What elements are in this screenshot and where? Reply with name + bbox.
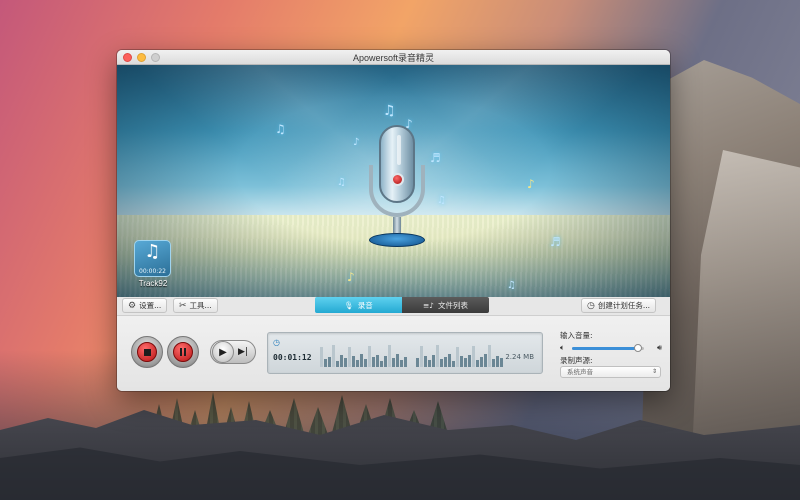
music-note-icon: ♪ bbox=[353, 137, 360, 148]
record-source-select[interactable]: 系统声音 ⇕ bbox=[560, 366, 661, 378]
tools-button[interactable]: ✂ 工具... bbox=[173, 298, 218, 313]
gear-icon: ⚙ bbox=[128, 300, 137, 311]
music-note-icon: ♪ bbox=[527, 177, 535, 191]
play-toggle[interactable]: ▶ ▶| bbox=[210, 340, 256, 364]
stop-icon bbox=[143, 348, 151, 356]
music-note-icon: ♫ bbox=[437, 195, 446, 206]
elapsed-time: 00:01:12 bbox=[273, 353, 312, 362]
track-tile[interactable]: ♫ 00:00:22 bbox=[134, 240, 171, 277]
level-meter-left bbox=[320, 343, 407, 367]
music-note-icon: ♫ bbox=[144, 241, 161, 262]
music-note-icon: ♫ bbox=[275, 122, 286, 136]
tab-record-label: 录音 bbox=[357, 300, 373, 310]
input-volume-slider[interactable]: 🔈︎ 🔊︎ bbox=[560, 343, 662, 353]
recording-meter: ◷ 00:01:12 2.24 MB bbox=[267, 332, 543, 374]
clock-icon: ◷ bbox=[587, 300, 595, 311]
playlist-icon: ≡♪ bbox=[422, 300, 435, 310]
microphone-icon bbox=[367, 125, 427, 285]
schedule-task-label: 创建计划任务... bbox=[597, 301, 651, 310]
tab-file-list-label: 文件列表 bbox=[438, 300, 469, 310]
pause-button[interactable] bbox=[167, 336, 199, 368]
music-note-icon: ♬ bbox=[430, 151, 441, 165]
toolbar: ⚙ 设置... ✂ 工具... 🎙︎ 录音 ≡♪ 文件列表 ◷ 创建计划任务..… bbox=[117, 297, 670, 315]
window-title: Apowersoft录音精灵 bbox=[352, 53, 435, 63]
clock-icon: ◷ bbox=[273, 338, 280, 347]
tab-record[interactable]: 🎙︎ 录音 bbox=[315, 297, 402, 313]
settings-button[interactable]: ⚙ 设置... bbox=[122, 298, 168, 313]
pause-icon bbox=[173, 342, 193, 362]
music-note-icon: ♪ bbox=[347, 270, 355, 284]
tools-label: 工具... bbox=[189, 301, 212, 310]
volume-fill bbox=[572, 347, 639, 350]
app-window: Apowersoft录音精灵 ♫ ♪ ♫ ♪ ♬ ♫ ♪ ♫ ♬ ♪ ♫ ♫ 0… bbox=[117, 50, 670, 391]
stop-button[interactable] bbox=[131, 336, 163, 368]
recording-visual: ♫ ♪ ♫ ♪ ♬ ♫ ♪ ♫ ♬ ♪ ♫ ♫ 00:00:22 Track92 bbox=[117, 65, 670, 297]
track-duration: 00:00:22 bbox=[139, 268, 166, 275]
volume-knob[interactable] bbox=[634, 344, 643, 352]
level-meter-right bbox=[416, 343, 503, 367]
title-bar[interactable]: Apowersoft录音精灵 bbox=[117, 50, 670, 65]
play-icon[interactable]: ▶ bbox=[212, 341, 234, 363]
microphone-icon: 🎙︎ bbox=[344, 300, 354, 310]
record-source-label: 录制声源: bbox=[560, 356, 593, 365]
view-tabs: 🎙︎ 录音 ≡♪ 文件列表 bbox=[315, 297, 489, 313]
settings-label: 设置... bbox=[139, 301, 162, 310]
music-note-icon: ♫ bbox=[383, 103, 396, 119]
track-thumbnail[interactable]: ♫ 00:00:22 Track92 bbox=[133, 240, 173, 292]
music-note-icon: ♫ bbox=[337, 177, 346, 188]
music-note-icon: ♫ bbox=[507, 280, 516, 291]
schedule-task-button[interactable]: ◷ 创建计划任务... bbox=[581, 298, 657, 313]
volume-track[interactable] bbox=[572, 344, 644, 352]
track-name: Track92 bbox=[138, 279, 168, 288]
recorder-panel: ▶ ▶| ◷ 00:01:12 2.24 MB 输入音量: 🔈︎ 🔊︎ 录制声源… bbox=[117, 315, 670, 391]
speaker-low-icon: 🔈︎ bbox=[560, 343, 565, 352]
speaker-high-icon: 🔊︎ bbox=[656, 343, 662, 352]
input-volume-label: 输入音量: bbox=[560, 331, 593, 340]
music-note-icon: ♬ bbox=[550, 235, 561, 249]
skip-next-icon[interactable]: ▶| bbox=[238, 347, 248, 357]
chevron-updown-icon: ⇕ bbox=[651, 368, 657, 375]
record-source-value: 系统声音 bbox=[567, 368, 593, 376]
tools-icon: ✂ bbox=[179, 300, 187, 311]
record-indicator bbox=[391, 173, 404, 186]
file-size: 2.24 MB bbox=[505, 353, 534, 361]
tab-file-list[interactable]: ≡♪ 文件列表 bbox=[402, 297, 489, 313]
